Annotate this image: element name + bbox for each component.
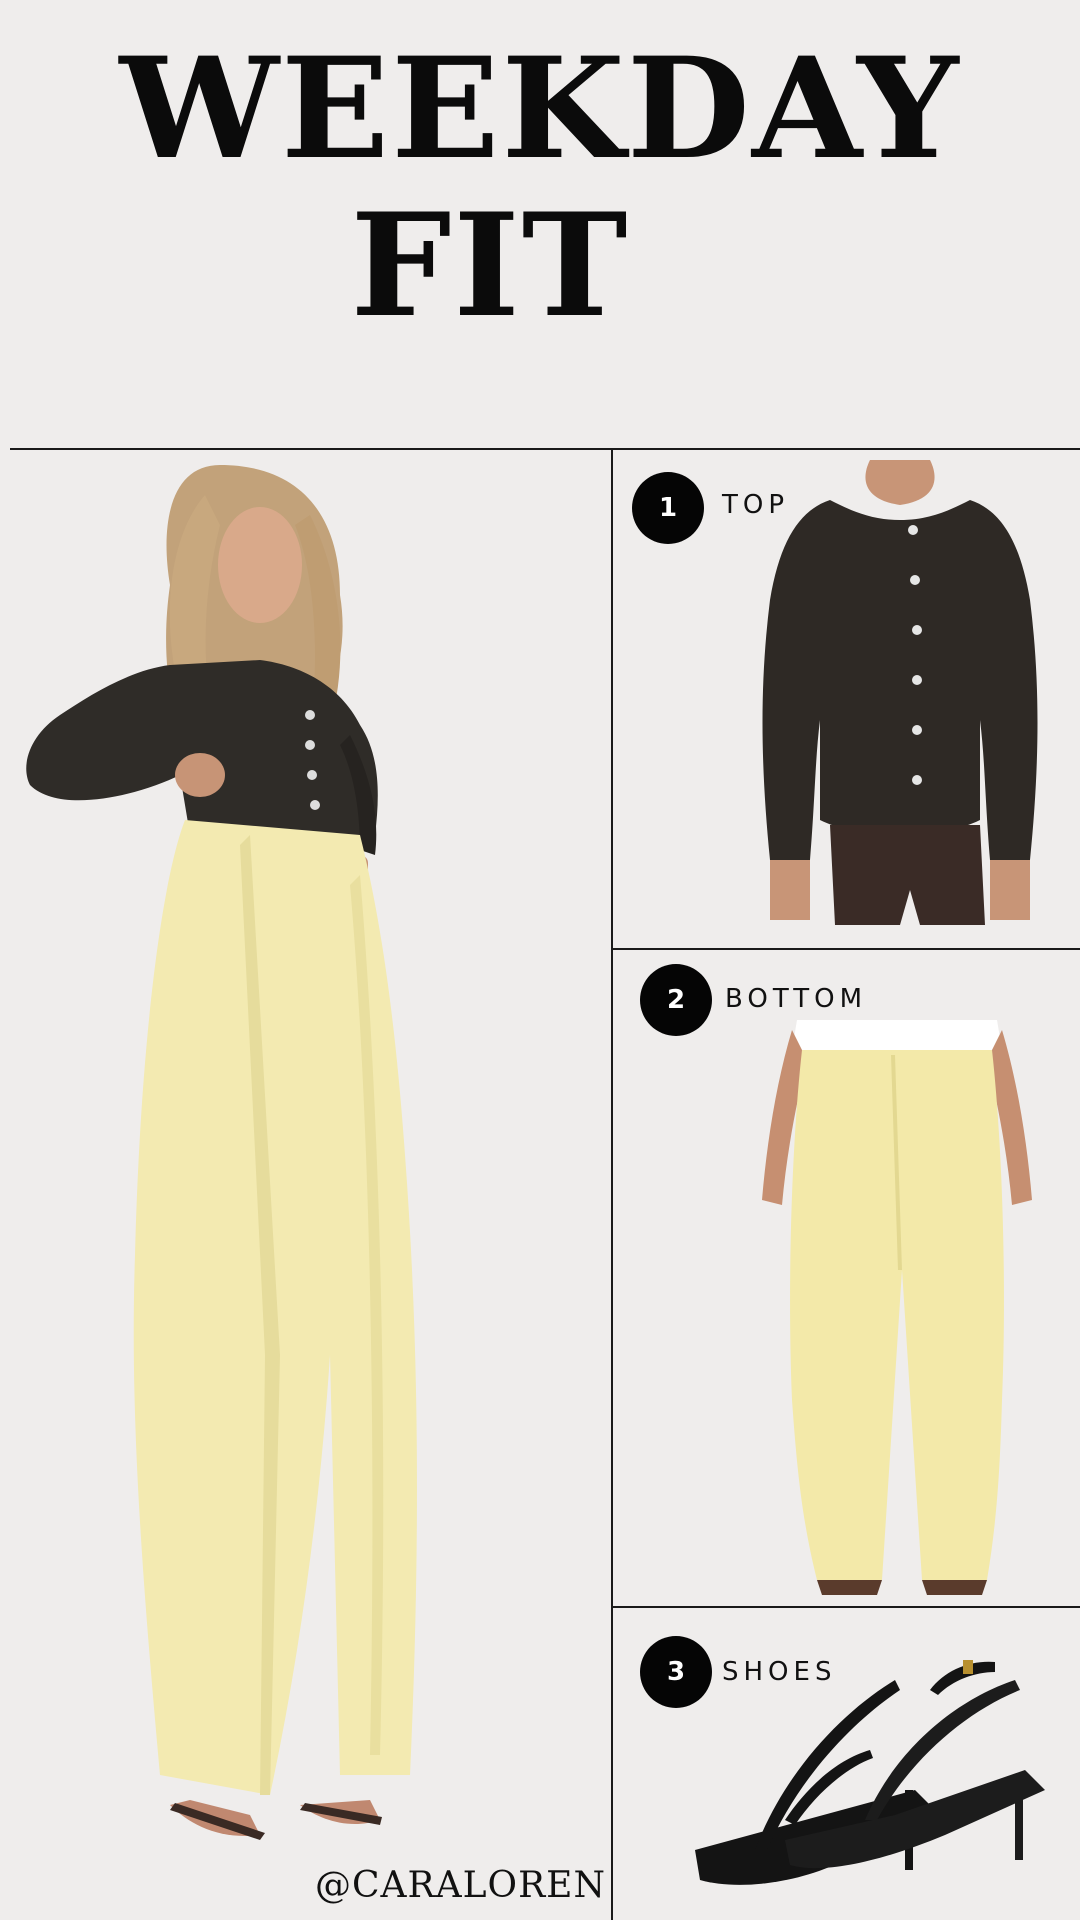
item-number-1-badge: 1 [632, 472, 704, 544]
title-line-fit: FIT [350, 183, 630, 349]
divider-vertical [611, 448, 613, 1920]
cardigan-product-photo [762, 460, 1038, 925]
sandals-product-photo [695, 1660, 1045, 1885]
divider-top [10, 448, 1080, 450]
divider-top-bottom [611, 948, 1080, 950]
title-line-weekday: WEEKDAY [119, 27, 961, 191]
instagram-handle: @CARALOREN [315, 1865, 606, 1906]
item-label-bottom: BOTTOM [725, 984, 868, 1014]
outfit-model-photo [26, 465, 417, 1840]
item-number-2-badge: 2 [640, 964, 712, 1036]
divider-bottom-shoes [611, 1606, 1080, 1608]
trousers-product-photo [762, 1020, 1032, 1595]
